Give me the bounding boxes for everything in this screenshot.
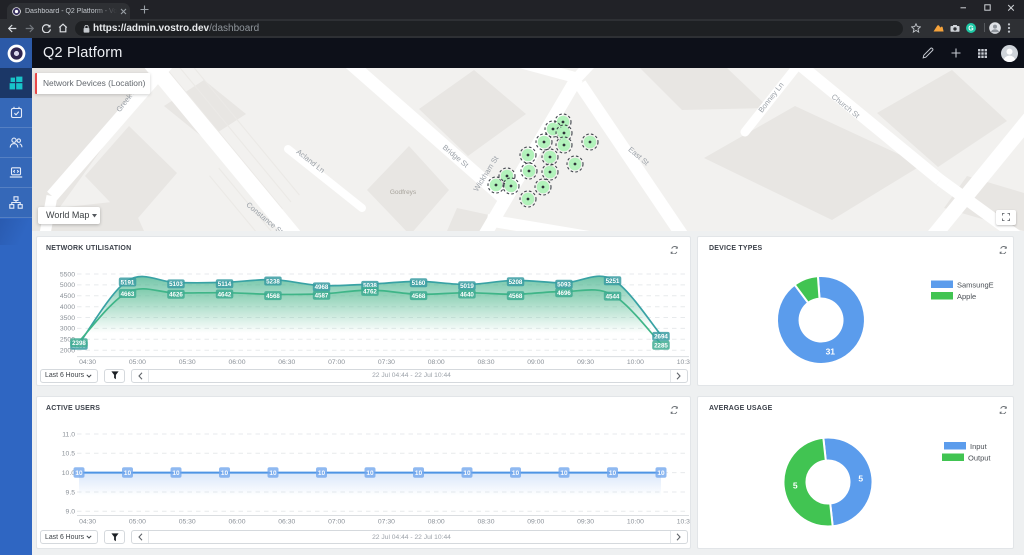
svg-text:10: 10 — [221, 470, 229, 477]
svg-text:10:30: 10:30 — [677, 519, 691, 526]
svg-text:06:30: 06:30 — [278, 519, 295, 526]
svg-text:9.0: 9.0 — [66, 509, 76, 516]
svg-text:08:00: 08:00 — [428, 359, 445, 366]
svg-text:4663: 4663 — [121, 291, 135, 298]
svg-text:07:00: 07:00 — [328, 519, 345, 526]
svg-text:5160: 5160 — [412, 280, 426, 287]
svg-text:9.5: 9.5 — [66, 489, 76, 496]
svg-text:08:00: 08:00 — [428, 519, 445, 526]
svg-text:G: G — [968, 25, 974, 32]
svg-text:5000: 5000 — [60, 282, 75, 289]
svg-text:4568: 4568 — [509, 293, 523, 300]
svg-text:4500: 4500 — [60, 293, 75, 300]
svg-text:09:30: 09:30 — [577, 519, 594, 526]
svg-text:10: 10 — [415, 470, 423, 477]
svg-text:10:00: 10:00 — [627, 519, 644, 526]
svg-text:3000: 3000 — [60, 326, 75, 333]
svg-text:5191: 5191 — [121, 279, 135, 286]
svg-text:5: 5 — [793, 481, 798, 491]
svg-text:5019: 5019 — [460, 283, 474, 290]
svg-text:10:30: 10:30 — [677, 359, 691, 366]
svg-text:08:30: 08:30 — [477, 519, 494, 526]
svg-text:5251: 5251 — [606, 278, 620, 285]
svg-text:05:30: 05:30 — [179, 359, 196, 366]
svg-text:10: 10 — [609, 470, 617, 477]
svg-text:05:00: 05:00 — [129, 519, 146, 526]
svg-text:Output: Output — [968, 453, 991, 462]
svg-text:10: 10 — [512, 470, 520, 477]
svg-text:10: 10 — [124, 470, 132, 477]
svg-text:10:00: 10:00 — [627, 359, 644, 366]
svg-text:Godfreys: Godfreys — [390, 189, 417, 196]
svg-text:10: 10 — [657, 470, 665, 477]
svg-text:3500: 3500 — [60, 315, 75, 322]
svg-text:09:30: 09:30 — [577, 359, 594, 366]
svg-text:06:00: 06:00 — [228, 359, 245, 366]
svg-text:05:00: 05:00 — [129, 359, 146, 366]
svg-text:4642: 4642 — [218, 291, 232, 298]
svg-text:4626: 4626 — [169, 292, 183, 299]
svg-text:2285: 2285 — [654, 343, 668, 350]
svg-text:10.5: 10.5 — [62, 451, 75, 458]
svg-text:5238: 5238 — [266, 278, 280, 285]
svg-text:4640: 4640 — [460, 291, 474, 298]
svg-text:5500: 5500 — [60, 271, 75, 278]
svg-text:09:00: 09:00 — [527, 519, 544, 526]
svg-text:5103: 5103 — [169, 281, 183, 288]
svg-text:31: 31 — [826, 347, 836, 357]
svg-text:10: 10 — [560, 470, 568, 477]
svg-text:4696: 4696 — [557, 290, 571, 297]
svg-text:Input: Input — [970, 442, 988, 451]
svg-text:10: 10 — [269, 470, 277, 477]
svg-text:4568: 4568 — [266, 293, 280, 300]
svg-text:10: 10 — [463, 470, 471, 477]
svg-text:4762: 4762 — [363, 289, 377, 296]
svg-text:09:00: 09:00 — [527, 359, 544, 366]
svg-text:4000: 4000 — [60, 304, 75, 311]
svg-text:10: 10 — [75, 470, 83, 477]
svg-text:4544: 4544 — [606, 293, 620, 300]
svg-text:SamsungE: SamsungE — [957, 280, 994, 289]
svg-text:06:30: 06:30 — [278, 359, 295, 366]
svg-text:4968: 4968 — [315, 284, 329, 291]
svg-text:08:30: 08:30 — [477, 359, 494, 366]
svg-text:10.0: 10.0 — [62, 470, 75, 477]
svg-text:07:00: 07:00 — [328, 359, 345, 366]
svg-text:5093: 5093 — [557, 282, 571, 289]
svg-text:5114: 5114 — [218, 281, 232, 288]
svg-text:2398: 2398 — [72, 340, 86, 347]
svg-text:11.0: 11.0 — [62, 431, 75, 438]
svg-text:10: 10 — [318, 470, 326, 477]
svg-text:10: 10 — [366, 470, 374, 477]
svg-text:5208: 5208 — [509, 279, 523, 286]
svg-text:Bonney Ln: Bonney Ln — [756, 81, 785, 115]
svg-text:05:30: 05:30 — [179, 519, 196, 526]
svg-text:04:30: 04:30 — [79, 359, 96, 366]
svg-text:5: 5 — [858, 474, 863, 484]
svg-text:4568: 4568 — [412, 293, 426, 300]
svg-text:10: 10 — [172, 470, 180, 477]
svg-text:06:00: 06:00 — [228, 519, 245, 526]
svg-text:07:30: 07:30 — [378, 359, 395, 366]
svg-text:4587: 4587 — [315, 293, 329, 300]
svg-text:07:30: 07:30 — [378, 519, 395, 526]
svg-text:04:30: 04:30 — [79, 519, 96, 526]
svg-text:2694: 2694 — [654, 334, 668, 341]
svg-text:Apple: Apple — [957, 292, 976, 301]
